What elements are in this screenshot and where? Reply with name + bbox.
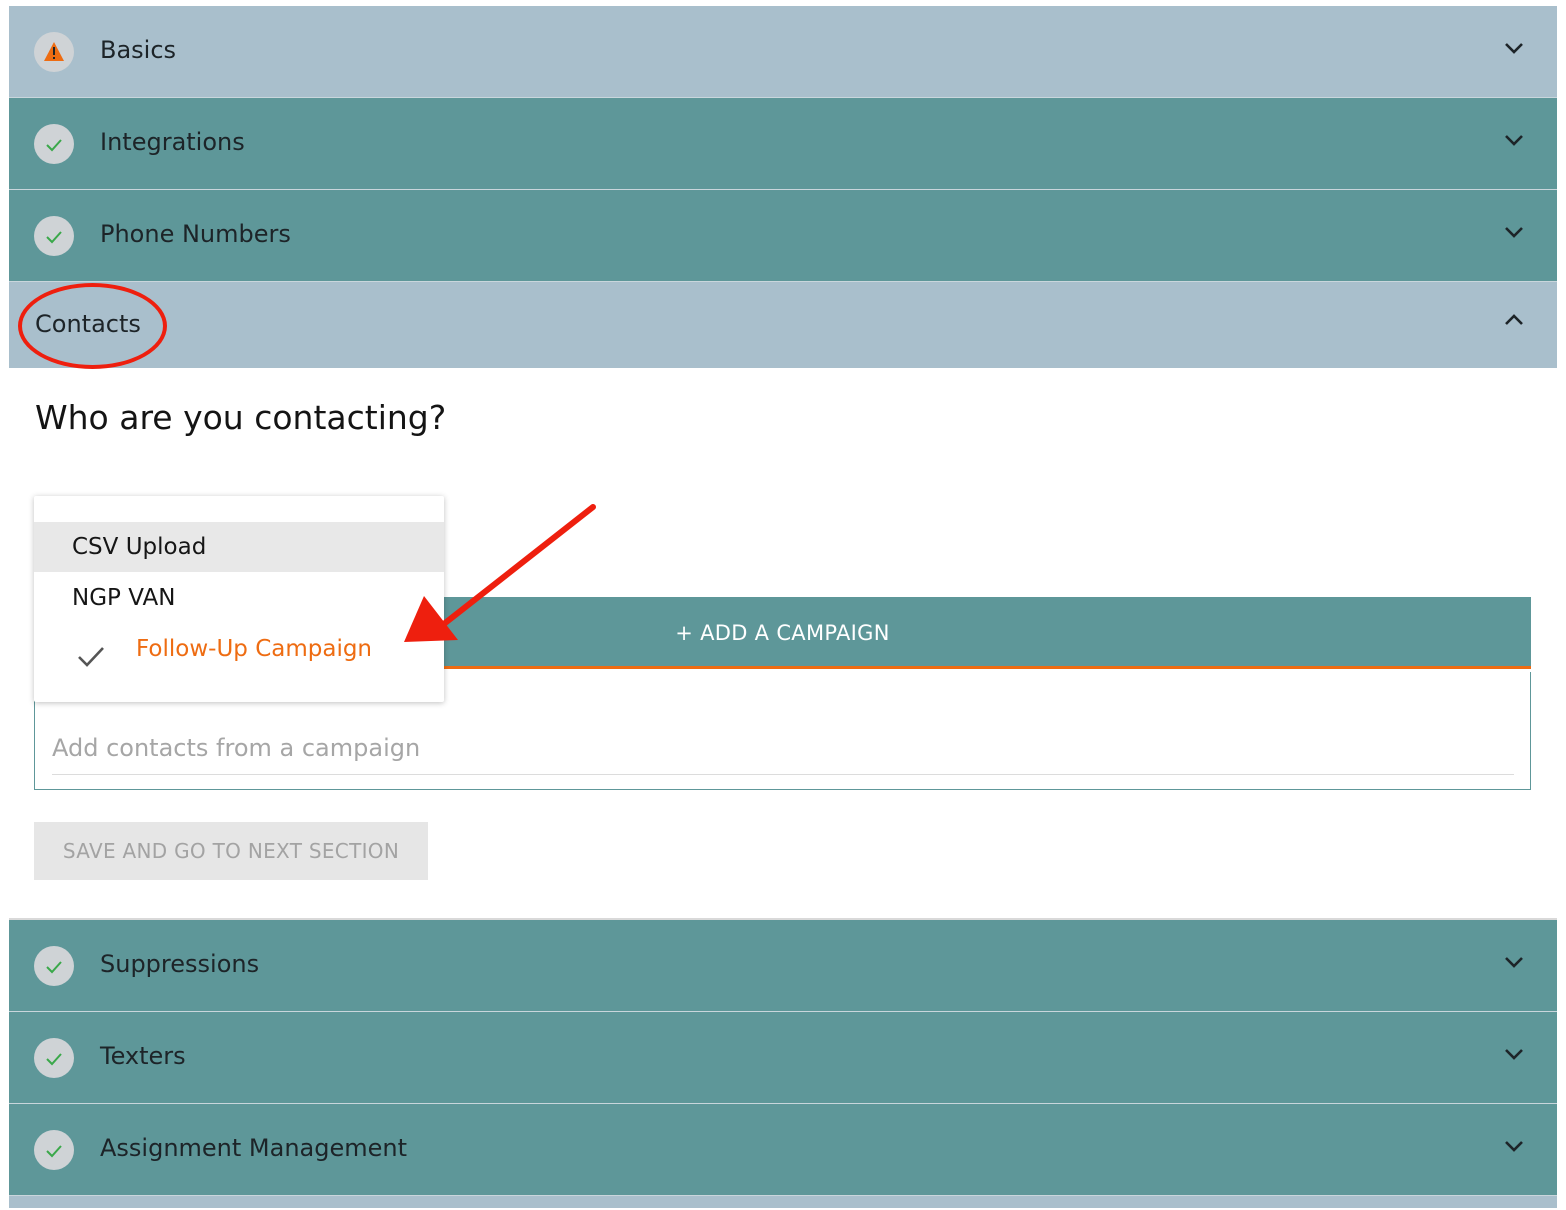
section-suppressions[interactable]: Suppressions — [9, 920, 1557, 1012]
section-title: Integrations — [100, 128, 245, 156]
chevron-down-icon[interactable] — [1503, 224, 1525, 243]
save-and-next-button[interactable]: SAVE AND GO TO NEXT SECTION — [34, 822, 428, 880]
check-icon — [34, 946, 74, 986]
section-title: Basics — [100, 36, 177, 64]
section-title: Suppressions — [100, 950, 260, 978]
campaign-sections: Basics Integrations Phone Numbers Contac… — [9, 6, 1557, 1208]
section-integrations[interactable]: Integrations — [9, 98, 1557, 190]
section-question: Who are you contacting? — [35, 398, 447, 437]
chevron-up-icon[interactable] — [1503, 312, 1525, 331]
section-title: Texters — [100, 1042, 186, 1070]
section-phone-numbers[interactable]: Phone Numbers — [9, 190, 1557, 282]
section-contacts[interactable]: Contacts — [9, 282, 1557, 368]
menu-item-follow-up-campaign[interactable]: Follow-Up Campaign — [34, 624, 444, 674]
chevron-down-icon[interactable] — [1503, 132, 1525, 151]
menu-item-label: Follow-Up Campaign — [136, 636, 373, 662]
section-basics[interactable]: Basics — [9, 6, 1557, 98]
check-icon — [34, 1038, 74, 1078]
chevron-down-icon[interactable] — [1503, 1046, 1525, 1065]
section-texters[interactable]: Texters — [9, 1012, 1557, 1104]
campaign-search-input[interactable] — [52, 722, 1514, 775]
section-title: Phone Numbers — [100, 220, 291, 248]
check-icon — [34, 124, 74, 164]
chevron-down-icon[interactable] — [1503, 40, 1525, 59]
chevron-down-icon[interactable] — [1503, 954, 1525, 973]
check-icon — [34, 1130, 74, 1170]
menu-item-ngp-van[interactable]: NGP VAN — [34, 573, 444, 623]
contact-source-menu: CSV Upload NGP VAN Follow-Up Campaign — [34, 496, 444, 702]
menu-item-csv-upload[interactable]: CSV Upload — [34, 522, 444, 572]
next-section-edge — [9, 1196, 1557, 1208]
section-title: Assignment Management — [100, 1134, 408, 1162]
checkmark-icon — [76, 637, 106, 687]
warning-icon — [34, 32, 74, 72]
chevron-down-icon[interactable] — [1503, 1138, 1525, 1157]
annotation-circle — [18, 283, 167, 369]
check-icon — [34, 216, 74, 256]
contacts-content: Who are you contacting? + ADD A CAMPAIGN… — [9, 368, 1557, 920]
section-assignment-management[interactable]: Assignment Management — [9, 1104, 1557, 1196]
